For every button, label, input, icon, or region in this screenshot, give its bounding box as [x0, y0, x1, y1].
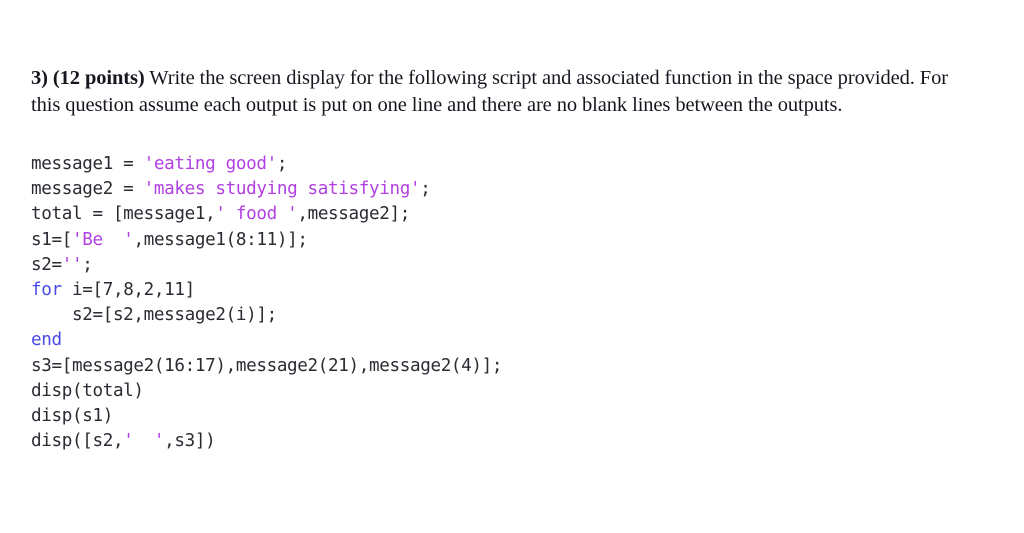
code-token-string: 'Be ': [71, 229, 134, 250]
code-line-11: disp(s1): [31, 404, 502, 429]
code-token-plain: s1=[: [31, 229, 72, 250]
question-prompt: 3) (12 points) Write the screen display …: [31, 65, 981, 120]
code-token-string: ' ': [123, 431, 165, 452]
code-line-4: s1=['Be ',message1(8:11)];: [31, 228, 502, 253]
code-line-6: for i=[7,8,2,11]: [31, 278, 502, 303]
code-token-keyword: end: [31, 330, 62, 351]
code-token-string: '': [61, 254, 83, 275]
code-token-plain: ,message2];: [297, 204, 410, 225]
code-token-plain: total = [message1,: [31, 204, 216, 225]
code-token-plain: ,message1(8:11)];: [133, 229, 308, 250]
code-token-string: ' food ': [215, 204, 298, 225]
code-token-keyword: for: [31, 280, 62, 301]
code-token-plain: disp(s1): [31, 406, 113, 427]
code-token-plain: ;: [276, 154, 288, 174]
code-token-plain: ;: [82, 254, 93, 275]
code-line-2: message2 = 'makes studying satisfying';: [31, 177, 502, 202]
code-line-12: disp([s2,' ',s3]): [31, 429, 502, 454]
question-prompt-text: Write the screen display for the followi…: [31, 66, 948, 117]
code-line-10: disp(total): [31, 379, 502, 404]
code-token-plain: disp(total): [31, 380, 144, 401]
code-line-9: s3=[message2(16:17),message2(21),message…: [31, 354, 503, 379]
code-token-plain: s2=: [31, 254, 62, 275]
code-line-7: s2=[s2,message2(i)];: [31, 303, 502, 328]
code-token-plain: s3=[message2(16:17),message2(21),message…: [31, 355, 503, 376]
code-token-string: 'makes studying satisfying': [143, 179, 421, 200]
document-page: 3) (12 points) Write the screen display …: [0, 0, 1024, 533]
code-token-plain: message2 =: [31, 179, 144, 200]
code-token-string: 'eating good': [143, 154, 278, 174]
code-line-5: s2='';: [31, 253, 502, 278]
code-line-1: message1 = 'eating good';: [31, 152, 502, 177]
code-token-plain: ,s3]): [164, 431, 216, 452]
code-token-plain: i=[7,8,2,11]: [61, 280, 195, 301]
matlab-code-listing: message1 = 'eating good'; message2 = 'mak…: [31, 152, 503, 454]
code-token-plain: ;: [420, 179, 431, 200]
code-token-plain: message1 =: [31, 154, 144, 174]
code-line-8: end: [31, 328, 502, 353]
question-number-label: 3) (12 points): [31, 66, 145, 89]
code-token-plain: disp([s2,: [31, 431, 124, 452]
code-line-3: total = [message1,' food ',message2];: [31, 202, 502, 227]
code-token-plain: s2=[s2,message2(i)];: [31, 305, 277, 326]
